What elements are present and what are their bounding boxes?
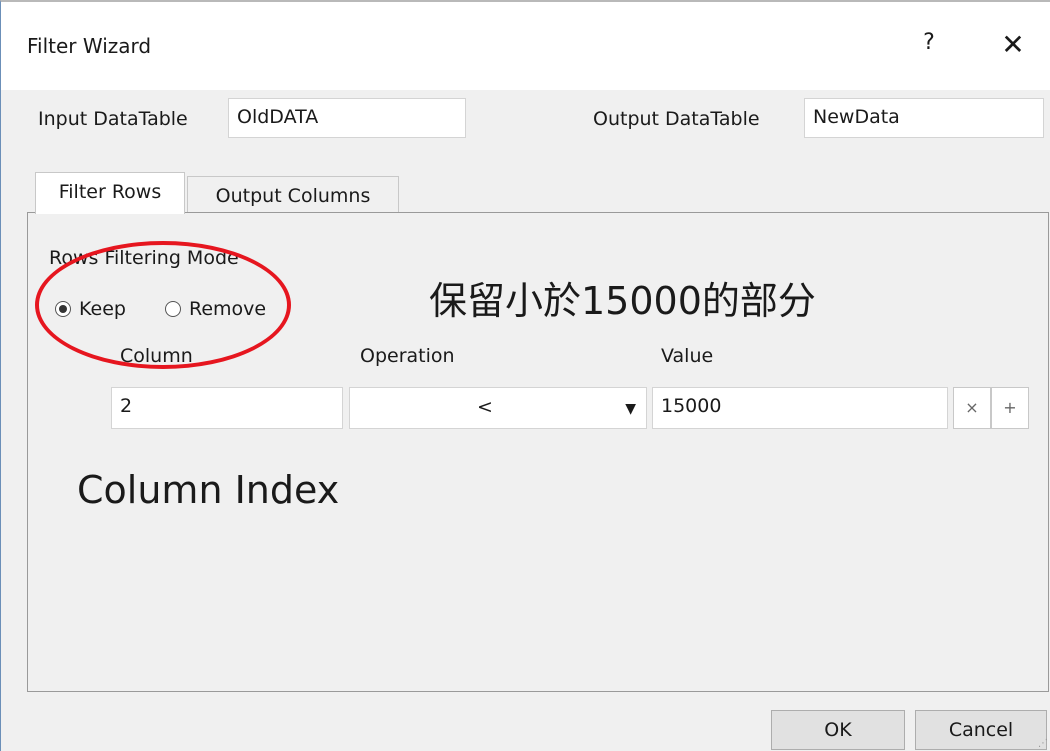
remove-condition-button[interactable]: × [953, 387, 991, 429]
value-input[interactable]: 15000 [652, 387, 948, 429]
keep-radio-dot [55, 301, 71, 317]
cancel-button[interactable]: Cancel [915, 710, 1047, 750]
remove-radio-dot [165, 301, 181, 317]
column-input[interactable]: 2 [111, 387, 343, 429]
remove-radio[interactable]: Remove [165, 298, 266, 320]
annotation-chinese-text: 保留小於15000的部分 [429, 279, 816, 323]
output-datatable-field[interactable]: NewData [804, 98, 1044, 138]
help-button[interactable]: ? [917, 30, 941, 60]
remove-radio-label: Remove [189, 298, 267, 320]
output-datatable-label: Output DataTable [593, 108, 760, 130]
keep-radio[interactable]: Keep [55, 298, 126, 320]
close-icon: × [965, 398, 979, 417]
tab-output-columns[interactable]: Output Columns [187, 176, 399, 214]
input-datatable-field[interactable]: OldDATA [228, 98, 466, 138]
tab-filter-rows[interactable]: Filter Rows [35, 172, 185, 214]
add-condition-button[interactable]: + [991, 387, 1029, 429]
operation-select[interactable]: < ▼ [349, 387, 647, 429]
column-header: Column [120, 345, 193, 367]
annotation-column-index: Column Index [77, 468, 340, 512]
operation-header: Operation [360, 345, 455, 367]
ok-button[interactable]: OK [771, 710, 905, 750]
close-button[interactable]: ✕ [997, 28, 1029, 62]
title-bar: Filter Wizard ? ✕ [1, 2, 1050, 90]
dialog-title: Filter Wizard [27, 34, 152, 58]
filter-wizard-dialog: Filter Wizard ? ✕ Input DataTable OldDAT… [0, 0, 1050, 751]
chevron-down-icon: ▼ [625, 401, 636, 417]
plus-icon: + [1003, 398, 1017, 417]
resize-grip-icon[interactable]: ⋰ [1038, 738, 1048, 749]
value-header: Value [661, 345, 714, 367]
input-datatable-label: Input DataTable [38, 108, 188, 130]
rows-filtering-mode-label: Rows Filtering Mode [49, 247, 239, 269]
operation-select-value: < [477, 396, 493, 418]
keep-radio-label: Keep [79, 298, 126, 320]
